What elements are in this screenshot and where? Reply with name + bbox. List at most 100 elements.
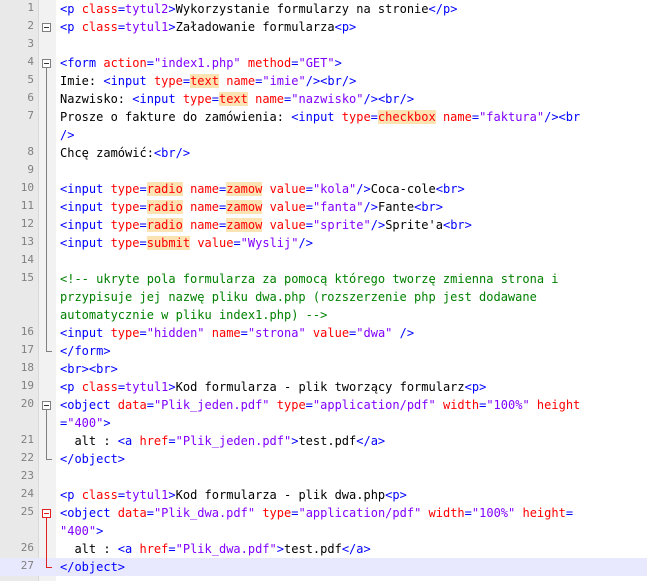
- token-txt: Prosze o fakture do zamówienia:: [60, 110, 292, 124]
- code-line[interactable]: 10 <input type=radio name=zamow value="ko…: [0, 180, 647, 198]
- code-line[interactable]: 27 </object>: [0, 558, 647, 576]
- fold-toggle-icon[interactable]: [42, 509, 51, 518]
- code-line[interactable]: 25 <object data="Plik_dwa.pdf" type="appl…: [0, 504, 647, 522]
- token-tag: <p: [60, 2, 82, 16]
- code-line[interactable]: 9: [0, 162, 647, 180]
- code-line[interactable]: ="400">: [0, 414, 647, 432]
- code-line[interactable]: 13 <input type=submit value="Wyslij"/>: [0, 234, 647, 252]
- token-cmt: przypisuje jej nazwę pliku dwa.php (rozs…: [60, 290, 537, 304]
- token-attr: type: [182, 92, 212, 106]
- code-text: alt : <a href="Plik_jeden.pdf">test.pdf<…: [60, 433, 385, 449]
- code-line[interactable]: 21 alt : <a href="Plik_jeden.pdf">test.p…: [0, 432, 647, 450]
- token-txt: Wykorzystanie formularzy na stronie: [175, 2, 429, 16]
- token-attr: type: [262, 506, 292, 520]
- token-txt: Załadowanie formularza: [175, 20, 335, 34]
- code-line[interactable]: 15 <!-- ukryte pola formularza za pomocą …: [0, 270, 647, 288]
- code-editor[interactable]: 1 <p class=tytul2>Wykorzystanie formularz…: [0, 0, 647, 581]
- code-line[interactable]: 12 <input type=radio name=zamow value="sp…: [0, 216, 647, 234]
- line-number: 22: [20, 451, 34, 464]
- token-tag: =: [471, 110, 480, 124]
- code-line[interactable]: 18 <br><br>: [0, 360, 647, 378]
- code-line[interactable]: przypisuje jej nazwę pliku dwa.php (rozs…: [0, 288, 647, 306]
- token-tag: =: [146, 506, 154, 520]
- token-tag: =: [168, 434, 176, 448]
- code-line[interactable]: 4 <form action="index1.php" method="GET">: [0, 54, 647, 72]
- fold-toggle-icon[interactable]: [42, 59, 51, 68]
- token-attr: type: [153, 74, 183, 88]
- token-tag: =: [240, 326, 248, 340]
- fold-range-line: [46, 410, 47, 459]
- code-text: />: [60, 127, 74, 143]
- token-val: "dwa": [356, 326, 393, 340]
- code-line[interactable]: 20 <object data="Plik_jeden.pdf" type="ap…: [0, 396, 647, 414]
- line-number: 19: [20, 379, 34, 392]
- code-line[interactable]: 22 </object>: [0, 450, 647, 468]
- token-tag: [436, 110, 443, 124]
- code-line[interactable]: 17 </form>: [0, 342, 647, 360]
- line-number: 25: [20, 505, 34, 518]
- token-txt: Kod formularza - plik dwa.php: [175, 488, 386, 502]
- token-attr: method: [247, 56, 292, 70]
- code-line[interactable]: 14: [0, 252, 647, 270]
- code-text: <input type=submit value="Wyslij"/>: [60, 235, 313, 251]
- token-attr: name: [190, 200, 219, 214]
- token-hl: checkbox: [377, 110, 436, 124]
- token-attr: type: [110, 200, 140, 214]
- fold-toggle-icon[interactable]: [42, 23, 51, 32]
- fold-toggle-icon[interactable]: [42, 401, 51, 410]
- token-tag: =: [146, 398, 154, 412]
- token-val: "hidden": [146, 326, 205, 340]
- token-tag: /><br: [544, 110, 581, 124]
- code-line[interactable]: automatycznie w pliku index1.php) -->: [0, 306, 647, 324]
- line-number: 8: [27, 145, 34, 158]
- code-line[interactable]: 2 <p class=tytul1>Załadowanie formularza<…: [0, 18, 647, 36]
- token-val: "Plik_dwa.pdf": [153, 506, 256, 520]
- code-line[interactable]: 26 alt : <a href="Plik_dwa.pdf">test.pdf…: [0, 540, 647, 558]
- token-tag: [183, 182, 190, 196]
- code-text: <p class=tytul1>Kod formularza - plik dw…: [60, 487, 407, 503]
- code-text: <p class=tytul1>Kod formularza - plik tw…: [60, 379, 486, 395]
- code-line[interactable]: 3: [0, 36, 647, 54]
- code-line[interactable]: 19 <p class=tytul1>Kod formularza - plik …: [0, 378, 647, 396]
- line-number: 15: [20, 271, 34, 284]
- line-number: 26: [20, 541, 34, 554]
- code-line[interactable]: 1 <p class=tytul2>Wykorzystanie formularz…: [0, 0, 647, 18]
- token-tag: =: [182, 74, 191, 88]
- token-attr: name: [190, 182, 219, 196]
- token-tag: <input: [132, 92, 183, 106]
- token-attr: type: [341, 110, 371, 124]
- code-line[interactable]: 5 Imie: <input type=text name="imie"/><br…: [0, 72, 647, 90]
- token-attr: class: [81, 488, 118, 502]
- token-tag: <p: [60, 20, 82, 34]
- token-tag: <input: [291, 110, 342, 124]
- token-tag: [205, 326, 212, 340]
- code-line[interactable]: 11 <input type=radio name=zamow value="fa…: [0, 198, 647, 216]
- token-val: "Wyslij": [240, 236, 299, 250]
- token-tag: <p: [60, 380, 82, 394]
- code-line[interactable]: "400">: [0, 522, 647, 540]
- token-tag: [306, 326, 313, 340]
- token-attr: type: [110, 326, 140, 340]
- token-tag: /><br/>: [305, 74, 357, 88]
- code-text: ="400">: [60, 415, 111, 431]
- fold-range-line: [46, 68, 47, 351]
- token-tag: <form: [60, 56, 104, 70]
- code-line[interactable]: 7 Prosze o fakture do zamówienia: <input …: [0, 108, 647, 126]
- code-line[interactable]: 16 <input type="hidden" name="strona" val…: [0, 324, 647, 342]
- line-number: 20: [20, 397, 34, 410]
- token-attr: type: [110, 182, 140, 196]
- token-hl: zamow: [226, 218, 263, 232]
- code-line[interactable]: 23: [0, 468, 647, 486]
- token-tag: [270, 398, 277, 412]
- line-number: 7: [27, 109, 34, 122]
- token-val: tytul1: [125, 488, 169, 502]
- code-line[interactable]: />: [0, 126, 647, 144]
- code-line[interactable]: 6 Nazwisko: <input type=text name="nazwis…: [0, 90, 647, 108]
- token-hl: text: [190, 74, 219, 88]
- token-tag: [183, 218, 190, 232]
- token-attr: type: [110, 236, 140, 250]
- code-line[interactable]: 24 <p class=tytul1>Kod formularza - plik …: [0, 486, 647, 504]
- token-val: "sprite": [312, 218, 371, 232]
- line-number: 10: [20, 181, 34, 194]
- code-line[interactable]: 8 Chcę zamówić:<br/>: [0, 144, 647, 162]
